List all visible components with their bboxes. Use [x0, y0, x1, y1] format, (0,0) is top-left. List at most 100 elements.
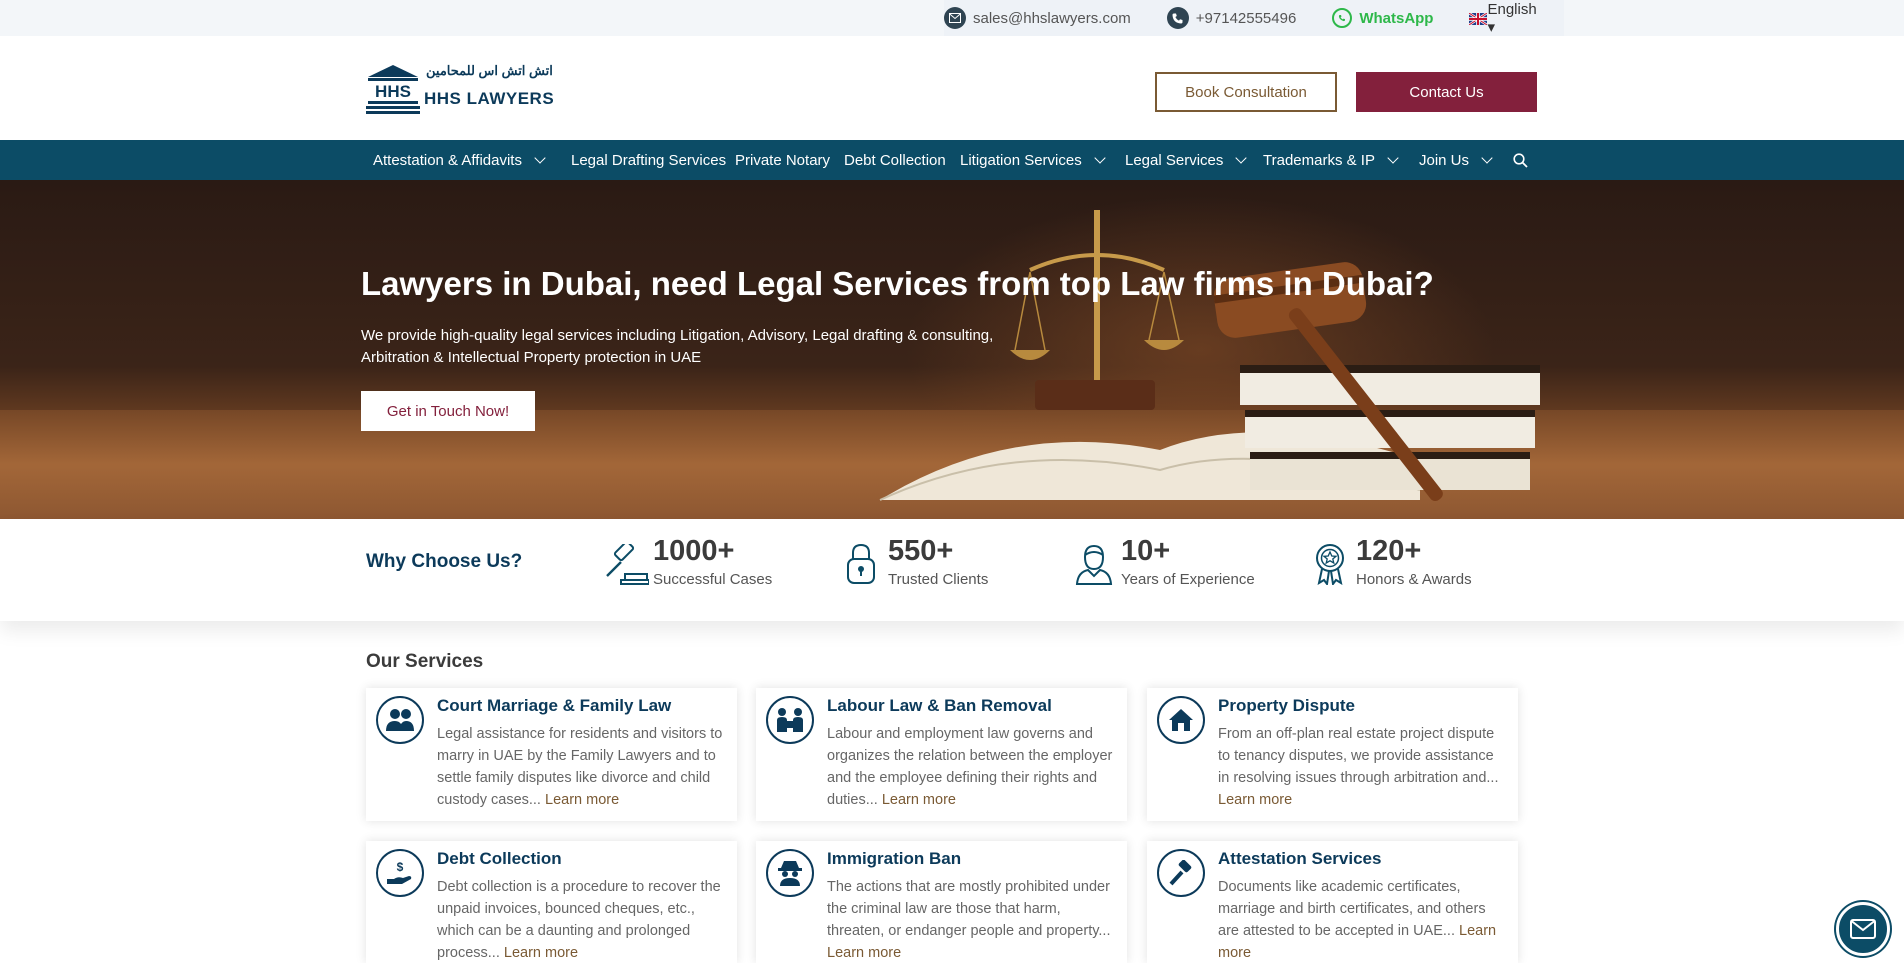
service-card-description: Documents like academic certificates, ma…	[1218, 879, 1486, 939]
service-card[interactable]: Attestation Services Documents like acad…	[1147, 841, 1518, 963]
person-icon	[1075, 544, 1113, 585]
service-card-title[interactable]: Immigration Ban	[827, 849, 961, 869]
nav-item-label: Private Notary	[735, 151, 831, 169]
service-card-description: Debt collection is a procedure to recove…	[437, 879, 721, 961]
svg-text:$: $	[397, 860, 404, 874]
gavel-scales-books-illustration	[879, 210, 1540, 502]
nav-item-litigation[interactable]: Litigation Services	[960, 140, 1106, 180]
money-hand-icon: $	[376, 849, 424, 897]
nav-item-legal-drafting[interactable]: Legal Drafting Services	[571, 140, 726, 180]
logo-name: HHS LAWYERS	[424, 89, 555, 108]
why-choose-us-section: Why Choose Us? 1000+ Successful Cases 55…	[0, 519, 1904, 621]
top-contact-bar: sales@hhslawyers.com +97142555496 WhatsA…	[0, 0, 1904, 36]
learn-more-link[interactable]: Learn more	[1218, 792, 1292, 808]
service-card-description: From an off-plan real estate project dis…	[1218, 726, 1499, 786]
chat-widget-button[interactable]	[1836, 902, 1890, 956]
email-icon	[944, 7, 966, 29]
stat-label: Trusted Clients	[888, 571, 989, 588]
stat-value: 120+	[1356, 535, 1422, 567]
contact-us-button[interactable]: Contact Us	[1356, 72, 1537, 112]
hero-banner: Lawyers in Dubai, need Legal Services fr…	[0, 180, 1904, 519]
service-card-text: Documents like academic certificates, ma…	[1218, 876, 1508, 963]
stat-value: 1000+	[653, 535, 735, 567]
award-icon	[1316, 544, 1344, 585]
get-in-touch-button[interactable]: Get in Touch Now!	[361, 391, 535, 431]
whatsapp-text: WhatsApp	[1359, 9, 1434, 27]
hero-subtitle: We provide high-quality legal services i…	[361, 325, 1001, 369]
service-card[interactable]: Labour Law & Ban Removal Labour and empl…	[756, 688, 1127, 821]
spy-icon	[766, 849, 814, 897]
nav-item-label: Litigation Services	[960, 151, 1082, 169]
nav-item-legal-services[interactable]: Legal Services	[1125, 140, 1248, 180]
nav-item-label: Attestation & Affidavits	[373, 151, 522, 169]
nav-item-join-us[interactable]: Join Us	[1419, 140, 1493, 180]
lock-icon	[847, 543, 875, 584]
service-card-text: Debt collection is a procedure to recove…	[437, 876, 727, 963]
hero-subtitle-line: Arbitration & Intellectual Property prot…	[361, 349, 702, 366]
nav-item-label: Debt Collection	[844, 151, 946, 169]
hero-title: Lawyers in Dubai, need Legal Services fr…	[361, 265, 1434, 302]
service-card-text: Legal assistance for residents and visit…	[437, 723, 727, 811]
language-label: English ▾	[1487, 0, 1537, 36]
learn-more-link[interactable]: Learn more	[827, 945, 901, 961]
service-card-title[interactable]: Debt Collection	[437, 849, 562, 869]
nav-search-button[interactable]	[1513, 140, 1528, 180]
service-card[interactable]: Immigration Ban The actions that are mos…	[756, 841, 1127, 963]
chevron-down-icon	[1481, 152, 1493, 164]
learn-more-link[interactable]: Learn more	[545, 792, 619, 808]
our-services-heading: Our Services	[366, 651, 484, 672]
stat-value: 550+	[888, 535, 954, 567]
chevron-down-icon	[534, 152, 546, 164]
nav-item-label: Legal Drafting Services	[571, 151, 727, 169]
service-card-title[interactable]: Property Dispute	[1218, 696, 1355, 716]
learn-more-link[interactable]: Learn more	[882, 792, 956, 808]
phone-link[interactable]: +97142555496	[1166, 7, 1297, 29]
service-card-description: The actions that are mostly prohibited u…	[827, 879, 1111, 939]
nav-item-label: Trademarks & IP	[1263, 151, 1375, 169]
service-card-text: From an off-plan real estate project dis…	[1218, 723, 1508, 811]
logo-mark: HHS	[375, 82, 411, 101]
logo-building-icon: HHS	[366, 65, 420, 114]
stat-label: Years of Experience	[1121, 571, 1255, 588]
service-card-text: The actions that are mostly prohibited u…	[827, 876, 1117, 963]
stamp-icon	[1157, 849, 1205, 897]
top-contact-strip: sales@hhslawyers.com +97142555496 WhatsA…	[944, 0, 1564, 36]
uk-flag-icon	[1468, 12, 1489, 26]
service-card-text: Labour and employment law governs and or…	[827, 723, 1117, 811]
logo-arabic-text: اتش اتش اس للمحامين	[426, 63, 553, 78]
site-header: HHS اتش اتش اس للمحامين HHS LAWYERS Book…	[0, 36, 1904, 140]
why-choose-us-heading: Why Choose Us?	[366, 551, 523, 572]
chevron-down-icon	[1094, 152, 1106, 164]
mail-icon	[1850, 919, 1876, 939]
search-icon	[1513, 152, 1528, 168]
nav-item-attestation[interactable]: Attestation & Affidavits	[373, 140, 546, 180]
main-navigation: Attestation & Affidavits Legal Drafting …	[0, 140, 1904, 180]
service-card[interactable]: $ Debt Collection Debt collection is a p…	[366, 841, 737, 963]
learn-more-link[interactable]: Learn more	[504, 945, 578, 961]
nav-item-label: Legal Services	[1125, 151, 1224, 169]
whatsapp-link[interactable]: WhatsApp	[1332, 8, 1433, 28]
hero-subtitle-line: We provide high-quality legal services i…	[361, 327, 994, 344]
email-link[interactable]: sales@hhslawyers.com	[944, 7, 1131, 29]
language-selector[interactable]: English ▾	[1468, 0, 1537, 36]
service-card[interactable]: Court Marriage & Family Law Legal assist…	[366, 688, 737, 821]
nav-item-label: Join Us	[1419, 151, 1470, 169]
stat-label: Successful Cases	[653, 571, 773, 588]
service-card[interactable]: Property Dispute From an off-plan real e…	[1147, 688, 1518, 821]
service-card-title[interactable]: Labour Law & Ban Removal	[827, 696, 1052, 716]
service-card-title[interactable]: Court Marriage & Family Law	[437, 696, 671, 716]
chevron-down-icon	[1387, 152, 1399, 164]
email-text: sales@hhslawyers.com	[973, 9, 1131, 27]
nav-item-debt-collection[interactable]: Debt Collection	[844, 140, 946, 180]
phone-text: +97142555496	[1195, 9, 1297, 27]
service-card-description: Labour and employment law governs and or…	[827, 726, 1113, 808]
service-card-title[interactable]: Attestation Services	[1218, 849, 1381, 869]
stat-value: 10+	[1121, 535, 1171, 567]
whatsapp-icon	[1332, 8, 1353, 28]
book-consultation-button[interactable]: Book Consultation	[1155, 72, 1337, 112]
nav-item-private-notary[interactable]: Private Notary	[735, 140, 830, 180]
workers-icon	[766, 696, 814, 744]
site-logo[interactable]: HHS اتش اتش اس للمحامين HHS LAWYERS	[366, 63, 554, 115]
nav-item-trademarks[interactable]: Trademarks & IP	[1263, 140, 1399, 180]
stat-label: Honors & Awards	[1356, 571, 1472, 588]
